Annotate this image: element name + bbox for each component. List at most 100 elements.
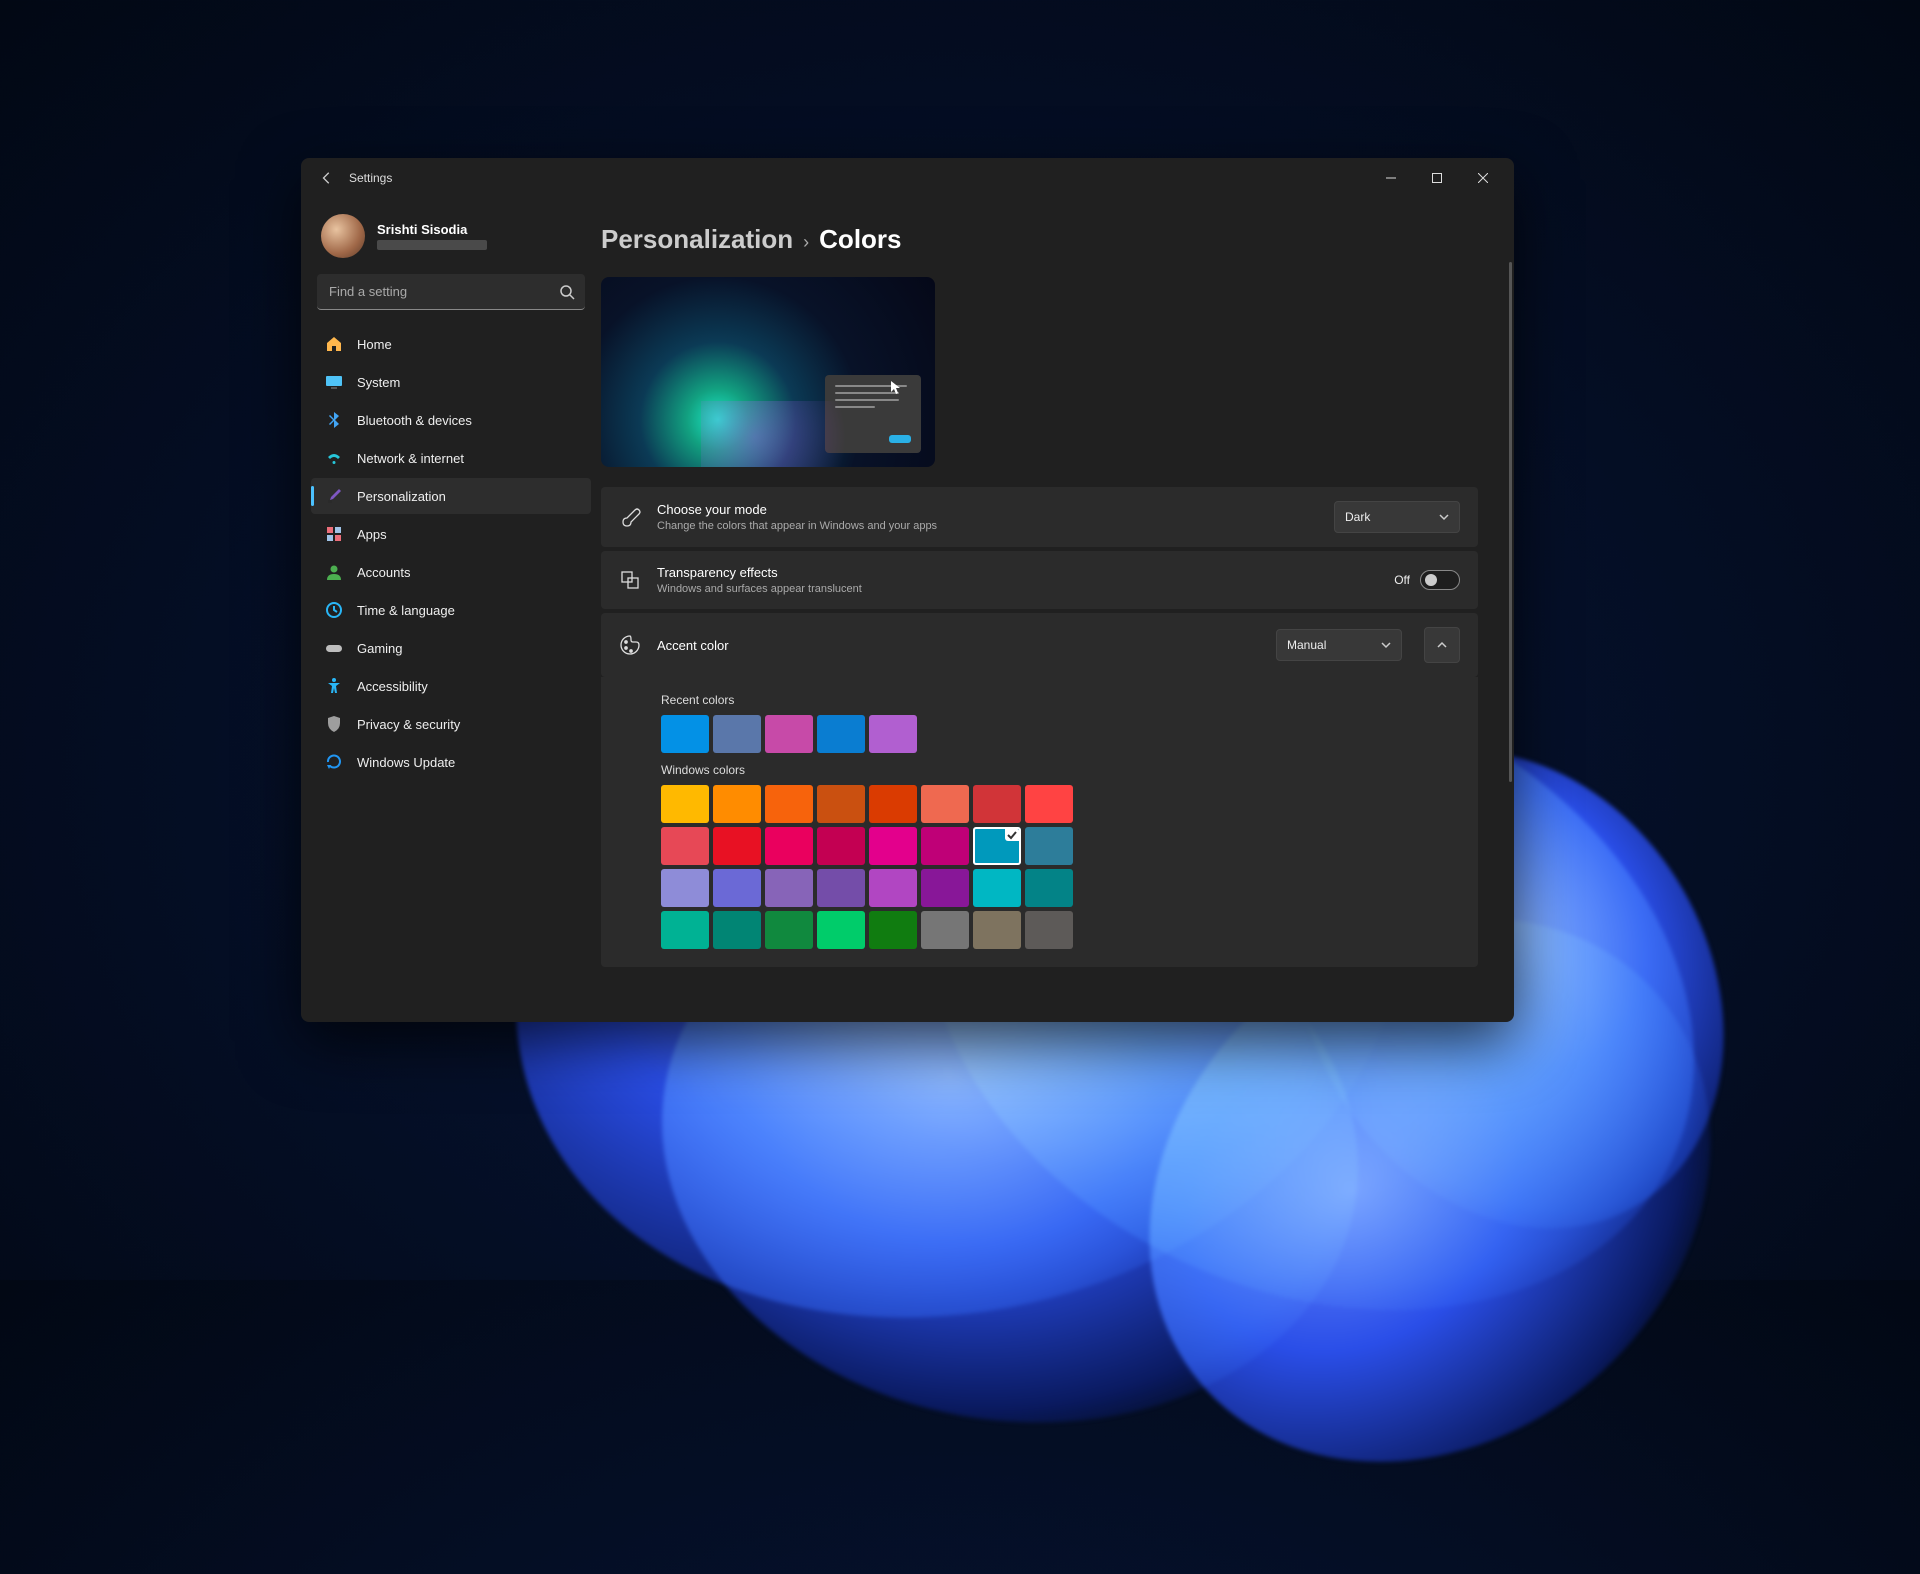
windows-color-swatch[interactable] [661,785,709,823]
sidebar-item-label: Privacy & security [357,717,460,732]
scrollbar[interactable] [1509,262,1512,782]
windows-color-swatch[interactable] [713,869,761,907]
windows-color-swatch[interactable] [973,785,1021,823]
sidebar-item-home[interactable]: Home [311,326,591,362]
accessibility-icon [325,677,343,695]
windows-color-swatch[interactable] [1025,869,1073,907]
windows-color-swatch[interactable] [765,869,813,907]
minimize-button[interactable] [1368,162,1414,194]
brush-icon [619,506,641,528]
bluetooth-icon [325,411,343,429]
accent-body: Recent colors Windows colors [601,677,1478,967]
sidebar-item-gamepad[interactable]: Gaming [311,630,591,666]
windows-color-swatch[interactable] [661,869,709,907]
windows-color-swatch[interactable] [869,911,917,949]
chevron-down-icon [1439,512,1449,522]
accent-collapse-button[interactable] [1424,627,1460,663]
windows-color-swatch[interactable] [1025,911,1073,949]
user-block[interactable]: Srishti Sisodia [311,202,591,274]
breadcrumb: Personalization › Colors [601,224,1478,255]
windows-color-swatch[interactable] [869,827,917,865]
nav-list: Home System Bluetooth & devices Network & i… [311,326,591,780]
windows-color-swatch[interactable] [713,785,761,823]
titlebar: Settings [301,158,1514,198]
sidebar-item-shield[interactable]: Privacy & security [311,706,591,742]
wifi-icon [325,449,343,467]
preview-card [825,375,921,453]
sidebar-item-label: Gaming [357,641,403,656]
sidebar-item-label: Time & language [357,603,455,618]
sidebar-item-accessibility[interactable]: Accessibility [311,668,591,704]
windows-color-swatch[interactable] [973,827,1021,865]
sidebar-item-label: Bluetooth & devices [357,413,472,428]
windows-color-swatch[interactable] [765,827,813,865]
sidebar-item-wifi[interactable]: Network & internet [311,440,591,476]
palette-icon [619,634,641,656]
sidebar-item-label: Accessibility [357,679,428,694]
transparency-toggle[interactable] [1420,570,1460,590]
windows-color-swatch[interactable] [817,869,865,907]
windows-colors-grid [661,785,1089,949]
search-input[interactable] [317,274,585,310]
sidebar: Srishti Sisodia Home System Bluetooth & de… [301,198,601,1022]
sidebar-item-brush[interactable]: Personalization [311,478,591,514]
sidebar-item-label: Home [357,337,392,352]
breadcrumb-parent[interactable]: Personalization [601,224,793,255]
shield-icon [325,715,343,733]
recent-color-swatch[interactable] [765,715,813,753]
windows-color-swatch[interactable] [921,827,969,865]
close-button[interactable] [1460,162,1506,194]
recent-color-swatch[interactable] [661,715,709,753]
recent-color-swatch[interactable] [713,715,761,753]
main-content: Personalization › Colors Choose your mod… [601,198,1514,1022]
avatar [321,214,365,258]
windows-color-swatch[interactable] [817,827,865,865]
sidebar-item-label: Apps [357,527,387,542]
clock-icon [325,601,343,619]
mode-title: Choose your mode [657,502,1318,517]
mode-dropdown[interactable]: Dark [1334,501,1460,533]
cursor-icon [891,381,901,395]
transparency-card: Transparency effects Windows and surface… [601,551,1478,609]
windows-color-swatch[interactable] [921,869,969,907]
windows-color-swatch[interactable] [869,785,917,823]
windows-color-swatch[interactable] [661,827,709,865]
theme-preview [601,277,935,467]
windows-color-swatch[interactable] [661,911,709,949]
sidebar-item-update[interactable]: Windows Update [311,744,591,780]
sidebar-item-system[interactable]: System [311,364,591,400]
recent-colors-row [661,715,1460,753]
windows-color-swatch[interactable] [1025,827,1073,865]
mode-card: Choose your mode Change the colors that … [601,487,1478,547]
accent-dropdown[interactable]: Manual [1276,629,1402,661]
windows-color-swatch[interactable] [713,827,761,865]
chevron-up-icon [1436,639,1448,651]
windows-color-swatch[interactable] [713,911,761,949]
recent-colors-label: Recent colors [661,693,1460,707]
windows-color-swatch[interactable] [973,869,1021,907]
windows-color-swatch[interactable] [765,785,813,823]
back-button[interactable] [309,160,345,196]
sidebar-item-bluetooth[interactable]: Bluetooth & devices [311,402,591,438]
windows-color-swatch[interactable] [817,911,865,949]
accent-value: Manual [1287,638,1326,652]
settings-window: Settings Srishti Sisodia Home System Bluet… [301,158,1514,1022]
windows-color-swatch[interactable] [973,911,1021,949]
windows-color-swatch[interactable] [921,911,969,949]
windows-color-swatch[interactable] [869,869,917,907]
windows-color-swatch[interactable] [921,785,969,823]
transparency-icon [619,569,641,591]
mode-subtitle: Change the colors that appear in Windows… [657,520,1318,532]
sidebar-item-clock[interactable]: Time & language [311,592,591,628]
maximize-button[interactable] [1414,162,1460,194]
brush-icon [325,487,343,505]
chevron-down-icon [1381,640,1391,650]
recent-color-swatch[interactable] [817,715,865,753]
window-title: Settings [349,171,392,185]
recent-color-swatch[interactable] [869,715,917,753]
windows-color-swatch[interactable] [1025,785,1073,823]
windows-color-swatch[interactable] [765,911,813,949]
windows-color-swatch[interactable] [817,785,865,823]
sidebar-item-apps[interactable]: Apps [311,516,591,552]
sidebar-item-person[interactable]: Accounts [311,554,591,590]
